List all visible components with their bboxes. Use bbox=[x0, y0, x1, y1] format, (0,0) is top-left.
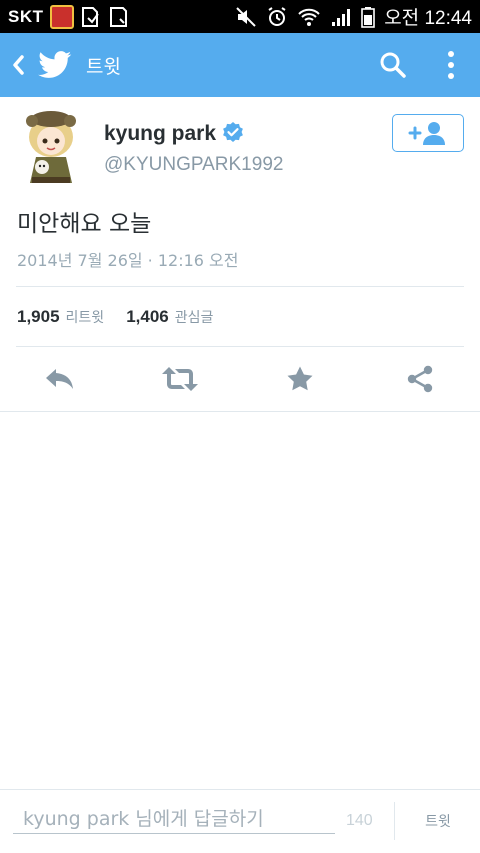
tweet-stats: 1,905 리트윗 1,406 관심글 bbox=[17, 307, 213, 327]
retweet-label[interactable]: 리트윗 bbox=[66, 307, 105, 327]
reply-bar: 140 트윗 bbox=[0, 789, 480, 853]
back-button[interactable] bbox=[2, 33, 34, 97]
carrier-label: SKT bbox=[8, 6, 44, 26]
star-icon bbox=[287, 366, 313, 391]
chevron-left-icon bbox=[13, 55, 24, 75]
share-icon bbox=[407, 365, 433, 393]
reply-button[interactable] bbox=[40, 361, 80, 397]
follow-button[interactable] bbox=[392, 114, 464, 152]
reply-icon bbox=[46, 369, 73, 389]
character-counter: 140 bbox=[346, 812, 373, 829]
signal-icon bbox=[330, 6, 352, 28]
tweet-timestamp: 2014년 7월 26일 · 12:16 오전 bbox=[17, 251, 239, 270]
add-user-icon bbox=[408, 122, 445, 145]
tweet-actions bbox=[0, 347, 480, 411]
retweet-icon bbox=[162, 367, 198, 391]
avatar[interactable] bbox=[18, 111, 84, 187]
page-title: 트윗 bbox=[86, 55, 121, 78]
share-button[interactable] bbox=[400, 361, 440, 397]
alarm-icon bbox=[266, 6, 288, 28]
reply-input[interactable] bbox=[13, 804, 335, 834]
overflow-menu-button[interactable] bbox=[422, 33, 480, 97]
favorite-button[interactable] bbox=[280, 361, 320, 397]
divider bbox=[16, 286, 464, 287]
favorite-count[interactable]: 1,406 bbox=[126, 307, 169, 327]
author-name[interactable]: kyung park bbox=[104, 122, 216, 146]
wifi-icon bbox=[297, 6, 321, 28]
status-bar: SKT 오전 12:44 bbox=[0, 0, 480, 33]
mute-icon bbox=[235, 6, 257, 28]
retweet-count[interactable]: 1,905 bbox=[17, 307, 60, 327]
clock: 오전 12:44 bbox=[384, 8, 472, 29]
twitter-logo-icon[interactable] bbox=[38, 33, 76, 97]
battery-icon bbox=[361, 6, 376, 28]
search-button[interactable] bbox=[364, 33, 422, 97]
author-handle[interactable]: @KYUNGPARK1992 bbox=[104, 154, 283, 176]
favorite-label[interactable]: 관심글 bbox=[175, 307, 214, 327]
file-notification-icon bbox=[108, 6, 130, 28]
app-notification-icon bbox=[49, 4, 74, 29]
tweet-text: 미안해요 오늘 bbox=[17, 211, 152, 237]
tweet-button[interactable]: 트윗 bbox=[406, 804, 470, 838]
more-vertical-icon bbox=[448, 51, 454, 79]
verified-badge-icon bbox=[222, 121, 244, 147]
download-notification-icon bbox=[80, 6, 102, 28]
retweet-button[interactable] bbox=[160, 361, 200, 397]
search-icon bbox=[380, 52, 406, 78]
tweet-detail: kyung park @KYUNGPARK1992 미안해요 오늘 2014년 … bbox=[0, 97, 480, 412]
divider bbox=[394, 802, 395, 840]
app-bar: 트윗 bbox=[0, 33, 480, 97]
